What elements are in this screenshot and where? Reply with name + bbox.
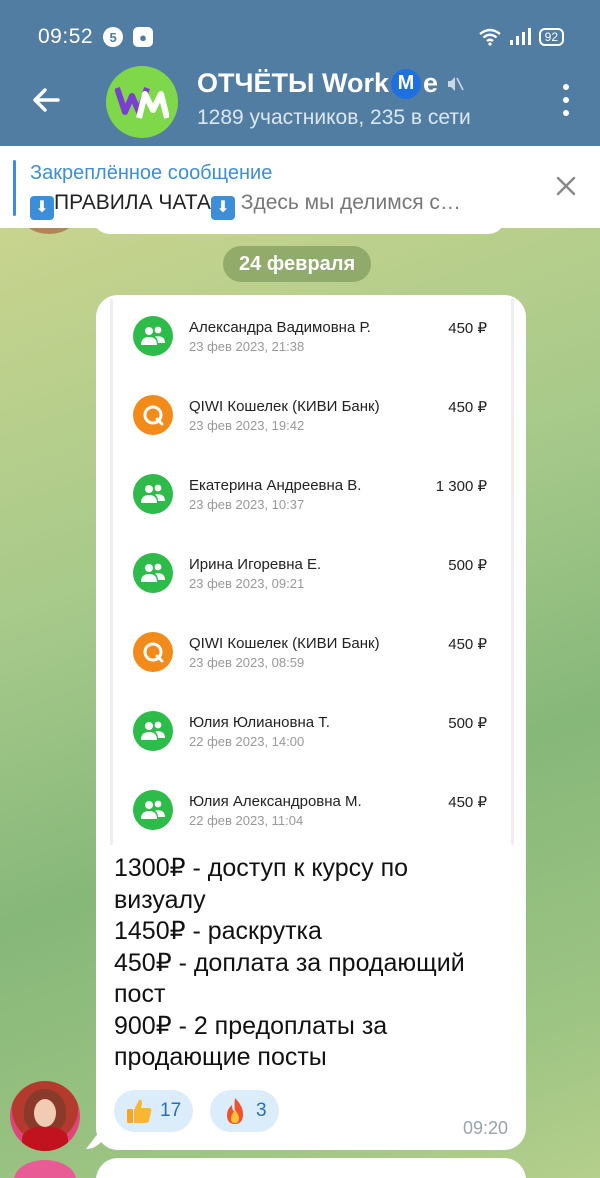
transaction-name: Юлия Александровна М.: [189, 793, 362, 810]
transaction-date: 23 фев 2023, 08:59: [189, 655, 305, 670]
status-bar: 09:52 5 ● 92: [38, 22, 564, 52]
message-text: 1300₽ - доступ к курсу по визуалу 1450₽ …: [114, 853, 514, 1074]
message-line: продающие посты: [114, 1043, 327, 1071]
transaction-row: Александра Вадимовна Р. 23 фев 2023, 21:3…: [113, 299, 511, 378]
transaction-date: 22 фев 2023, 11:04: [189, 813, 304, 828]
close-icon[interactable]: [554, 174, 578, 198]
app-notification-icon: ●: [133, 27, 154, 47]
app-header: 09:52 5 ● 92 ОТЧЁТЫ Work M e 1289 участн…: [0, 0, 600, 146]
avatar[interactable]: [22, 228, 76, 234]
chat-title-prefix: ОТЧЁТЫ Work: [197, 68, 389, 98]
transaction-name: Юлия Юлиановна Т.: [189, 714, 330, 731]
transaction-date: 22 фев 2023, 14:00: [189, 734, 305, 749]
transfer-icon: [133, 553, 173, 593]
transaction-row: Юлия Александровна М. 22 фев 2023, 11:04 4…: [113, 773, 511, 845]
transaction-name: Ирина Игоревна Е.: [189, 556, 322, 573]
message-line: пост: [114, 980, 166, 1008]
message-line: визуалу: [114, 885, 206, 914]
pinned-preview-text: Здесь мы делимся с…: [240, 191, 461, 214]
sender-avatar[interactable]: [10, 1081, 80, 1151]
transaction-row: Екатерина Андреевна В. 23 фев 2023, 10:37…: [113, 457, 511, 536]
reaction-thumbs-up[interactable]: 17: [114, 1090, 194, 1132]
reaction-fire[interactable]: 3: [210, 1090, 279, 1132]
transaction-row: QIWI Кошелек (КИВИ Банк) 23 фев 2023, 08:…: [113, 615, 511, 694]
message-line: 1450₽ - раскрутка: [114, 917, 322, 945]
message-line: 900₽ - 2 предоплаты за: [114, 1011, 388, 1040]
date-separator: 24 февраля: [223, 246, 372, 282]
mute-icon: [448, 76, 464, 91]
status-time: 09:52: [38, 25, 94, 48]
chat-title-suffix: e: [422, 68, 438, 98]
signal-icon: [509, 28, 531, 45]
thumbs-up-icon: [124, 1096, 154, 1126]
more-menu-icon[interactable]: [558, 84, 574, 116]
pinned-preview: ⬇ ПРАВИЛА ЧАТА ⬇ Здесь мы делимся с…: [30, 191, 530, 220]
transaction-amount: 1 300 ₽: [435, 478, 487, 495]
message-line: 450₽ - доплата за продающий: [114, 948, 465, 977]
fire-icon: [220, 1096, 250, 1126]
transaction-amount: 450 ₽: [448, 320, 487, 337]
transfer-icon: [133, 474, 173, 514]
wifi-icon: [478, 28, 501, 46]
transaction-amount: 500 ₽: [448, 715, 487, 732]
chat-title[interactable]: ОТЧЁТЫ Work M e: [197, 68, 464, 99]
down-arrow-icon: ⬇: [30, 196, 54, 220]
transaction-date: 23 фев 2023, 19:42: [189, 418, 305, 433]
back-arrow-icon[interactable]: [28, 82, 64, 118]
transfer-icon: [133, 316, 173, 356]
transaction-amount: 450 ₽: [448, 794, 487, 811]
transaction-date: 23 фев 2023, 09:21: [189, 576, 305, 591]
transaction-row: Ирина Игоревна Е. 23 фев 2023, 09:21 500 ₽: [113, 536, 511, 615]
chat-avatar[interactable]: [106, 66, 178, 138]
transaction-row: QIWI Кошелек (КИВИ Банк) 23 фев 2023, 19:…: [113, 378, 511, 457]
transfer-icon: [133, 711, 173, 751]
reaction-count: 17: [160, 1100, 182, 1121]
transactions-screenshot[interactable]: Александра Вадимовна Р. 23 фев 2023, 21:3…: [110, 299, 514, 845]
transaction-amount: 500 ₽: [448, 557, 487, 574]
message-timestamp: 09:20: [462, 1118, 508, 1138]
transaction-name: QIWI Кошелек (КИВИ Банк): [189, 398, 380, 415]
avatar[interactable]: [14, 1160, 76, 1178]
battery-icon: 92: [538, 28, 564, 46]
transaction-name: QIWI Кошелек (КИВИ Банк): [189, 635, 380, 652]
transaction-amount: 450 ₽: [448, 399, 487, 416]
pinned-preview-title: ПРАВИЛА ЧАТА: [54, 191, 211, 214]
transaction-name: Екатерина Андреевна В.: [189, 477, 362, 494]
qiwi-icon: [133, 395, 173, 435]
next-message-bubble[interactable]: [96, 1158, 526, 1178]
pinned-label: Закреплённое сообщение: [30, 162, 273, 184]
message-line: 1300₽ - доступ к курсу по: [114, 854, 409, 882]
pinned-indicator: [13, 160, 16, 216]
workme-logo: [115, 87, 169, 119]
pinned-message-bar[interactable]: Закреплённое сообщение ⬇ ПРАВИЛА ЧАТА ⬇ Зд…: [0, 146, 600, 228]
transfer-icon: [133, 790, 173, 830]
message-bubble[interactable]: Александра Вадимовна Р. 23 фев 2023, 21:3…: [96, 295, 526, 1150]
chat-subtitle: 1289 участников, 235 в сети: [197, 106, 471, 129]
chat-area[interactable]: 24 февраля Александра Вадимовна Р. 23 фев…: [0, 228, 600, 1178]
transaction-row: Юлия Юлиановна Т. 22 фев 2023, 14:00 500 ₽: [113, 694, 511, 773]
transaction-date: 23 фев 2023, 21:38: [189, 339, 305, 354]
down-arrow-icon: ⬇: [210, 196, 235, 220]
transaction-name: Александра Вадимовна Р.: [189, 319, 371, 336]
transaction-date: 23 фев 2023, 10:37: [189, 497, 305, 512]
notification-icon: 5: [103, 27, 124, 47]
transaction-amount: 450 ₽: [448, 636, 487, 653]
qiwi-icon: [133, 632, 173, 672]
reaction-count: 3: [256, 1100, 267, 1121]
title-m-badge: M: [390, 68, 421, 99]
previous-message-bubble[interactable]: [92, 228, 506, 234]
